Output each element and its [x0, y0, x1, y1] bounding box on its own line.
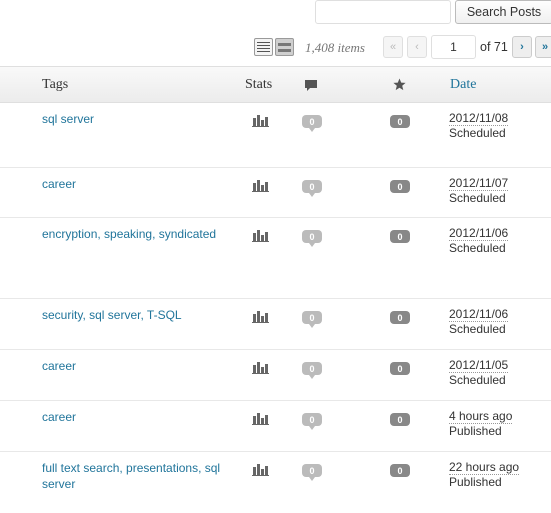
- column-tags: Tags: [42, 77, 69, 92]
- comment-count-bubble[interactable]: 0: [302, 180, 322, 197]
- row-date: 2012/11/07 Scheduled: [449, 176, 509, 206]
- column-date[interactable]: Date: [450, 77, 476, 93]
- comment-count-bubble[interactable]: 0: [302, 311, 322, 328]
- post-status: Scheduled: [449, 126, 506, 140]
- search-posts-button[interactable]: Search Posts: [455, 0, 551, 24]
- post-status: Scheduled: [449, 322, 506, 336]
- row-tags[interactable]: career: [42, 409, 222, 425]
- prev-page-button[interactable]: ‹: [407, 36, 427, 58]
- items-count: 1,408 items: [305, 40, 365, 55]
- comment-icon[interactable]: [304, 79, 318, 95]
- current-page-input[interactable]: [431, 35, 476, 59]
- row-tags[interactable]: career: [42, 358, 222, 374]
- row-tags[interactable]: encryption, speaking, syndicated: [42, 226, 222, 242]
- stats-icon[interactable]: [252, 113, 269, 127]
- row-date: 2012/11/05 Scheduled: [449, 358, 509, 388]
- date-value: 2012/11/06: [449, 226, 509, 241]
- star-count-badge: 0: [390, 464, 410, 477]
- comment-count-bubble[interactable]: 0: [302, 230, 322, 247]
- table-row: career 0 0 2012/11/05 Scheduled: [0, 350, 551, 401]
- search-input[interactable]: [315, 0, 451, 24]
- post-status: Scheduled: [449, 241, 506, 255]
- comment-count-bubble[interactable]: 0: [302, 115, 322, 132]
- date-value: 2012/11/06: [449, 307, 509, 322]
- excerpt-view-icon[interactable]: [275, 38, 294, 56]
- star-count-badge: 0: [390, 115, 410, 128]
- column-stats: Stats: [245, 77, 273, 92]
- stats-icon[interactable]: [252, 228, 269, 242]
- post-status: Published: [449, 475, 502, 489]
- row-date: 4 hours ago Published: [449, 409, 513, 439]
- row-tags[interactable]: career: [42, 176, 222, 192]
- comment-count-bubble[interactable]: 0: [302, 413, 322, 430]
- star-count-badge: 0: [390, 180, 410, 193]
- stats-icon[interactable]: [252, 360, 269, 374]
- stats-icon[interactable]: [252, 411, 269, 425]
- table-row: encryption, speaking, syndicated 0 0 201…: [0, 218, 551, 299]
- date-value: 4 hours ago: [449, 409, 513, 424]
- table-row: career 0 0 2012/11/07 Scheduled: [0, 168, 551, 218]
- post-status: Published: [449, 424, 502, 438]
- comment-count-bubble[interactable]: 0: [302, 464, 322, 481]
- first-page-button[interactable]: «: [383, 36, 403, 58]
- row-tags[interactable]: security, sql server, T-SQL: [42, 307, 222, 323]
- row-date: 2012/11/06 Scheduled: [449, 226, 509, 256]
- date-value: 2012/11/08: [449, 111, 509, 126]
- last-page-button[interactable]: »: [535, 36, 551, 58]
- comment-count-bubble[interactable]: 0: [302, 362, 322, 379]
- date-value: 2012/11/07: [449, 176, 509, 191]
- list-view-icon[interactable]: [254, 38, 273, 56]
- row-date: 2012/11/08 Scheduled: [449, 111, 509, 141]
- star-count-badge: 0: [390, 311, 410, 324]
- table-row: sql server 0 0 2012/11/08 Scheduled: [0, 103, 551, 168]
- star-count-badge: 0: [390, 230, 410, 243]
- total-pages: of 71: [480, 40, 508, 54]
- table-row: security, sql server, T-SQL 0 0 2012/11/…: [0, 299, 551, 350]
- table-row: career 0 0 4 hours ago Published: [0, 401, 551, 452]
- next-page-button[interactable]: ›: [512, 36, 532, 58]
- post-status: Scheduled: [449, 191, 506, 205]
- row-date: 22 hours ago Published: [449, 460, 520, 490]
- view-mode-switch: [254, 38, 294, 56]
- stats-icon[interactable]: [252, 462, 269, 476]
- row-date: 2012/11/06 Scheduled: [449, 307, 509, 337]
- stats-icon[interactable]: [252, 309, 269, 323]
- date-value: 2012/11/05: [449, 358, 509, 373]
- row-tags[interactable]: full text search, presentations, sql ser…: [42, 460, 222, 492]
- stats-icon[interactable]: [252, 178, 269, 192]
- star-icon[interactable]: [393, 78, 406, 94]
- table-header: Tags Stats Date: [0, 66, 551, 103]
- table-row: full text search, presentations, sql ser…: [0, 452, 551, 513]
- post-status: Scheduled: [449, 373, 506, 387]
- row-tags[interactable]: sql server: [42, 111, 222, 127]
- date-value: 22 hours ago: [449, 460, 520, 475]
- star-count-badge: 0: [390, 362, 410, 375]
- star-count-badge: 0: [390, 413, 410, 426]
